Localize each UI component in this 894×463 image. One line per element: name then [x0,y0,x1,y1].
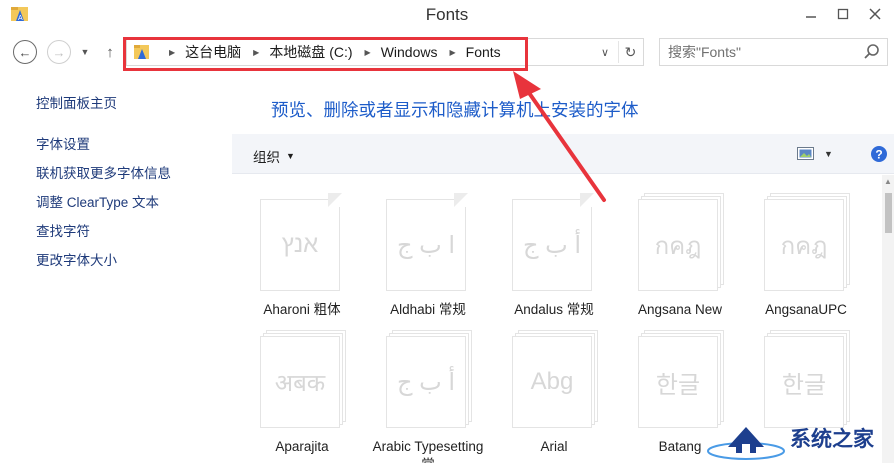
font-name: Arial [540,439,568,454]
font-sample: Abg [530,368,574,395]
find-character-link[interactable]: 查找字符 [36,220,90,240]
font-family-icon: กคฎ [764,193,852,291]
breadcrumb-local-disk[interactable]: 本地磁盘 (C:) [269,42,352,62]
search-box[interactable] [659,38,888,66]
forward-arrow-icon: → [52,44,66,60]
change-font-size-link[interactable]: 更改字体大小 [36,249,117,269]
address-dropdown-button[interactable]: ∨ [597,43,613,61]
back-arrow-icon: ← [18,44,32,60]
chevron-down-icon: ▼ [80,47,90,57]
maximize-button[interactable] [828,2,858,26]
view-icon [797,147,814,160]
watermark-logo: 系统之家 [706,411,894,463]
font-name: Andalus 常规 [514,302,594,317]
font-settings-link[interactable]: 字体设置 [36,133,90,153]
fonts-folder-icon [134,45,149,59]
font-item[interactable]: ا ب ج Aldhabi 常规 [366,181,490,321]
font-sample: أ ب ج [522,231,582,259]
house-logo-icon [707,427,785,460]
font-family-icon: กคฎ [638,193,726,291]
font-name: Angsana New [637,302,723,317]
breadcrumb-separator-icon[interactable]: ▶ [365,48,371,57]
font-sample: กคฎ [654,232,702,260]
navigation-bar: ← → ▼ ↑ ▶ 这台电脑 ▶ 本地磁盘 (C:) ▶ Windows ▶ F… [0,32,894,72]
font-item[interactable]: أ ب ج Arabic Typesetting 常 [366,318,490,463]
font-item[interactable]: أ ب ج Andalus 常规 [492,181,616,321]
font-sample: กคฎ [780,232,828,260]
watermark-text: 系统之家 [790,428,874,451]
scroll-thumb[interactable] [885,193,892,233]
breadcrumb-fonts[interactable]: Fonts [466,44,501,60]
chevron-down-icon: ∨ [600,46,610,59]
help-icon[interactable]: ? [870,145,888,163]
refresh-button[interactable]: ↻ [618,41,642,63]
change-view-button[interactable]: ▼ [797,146,835,162]
forward-button[interactable]: → [47,40,71,64]
font-name: Aharoni 粗体 [263,302,341,317]
font-item[interactable]: अबक Aparajita [240,318,364,458]
close-icon [869,8,881,20]
up-arrow-icon: ↑ [106,43,114,61]
command-bar: 组织 ▼ ▼ ? [232,134,894,174]
font-name: Aldhabi 常规 [390,302,466,317]
breadcrumb-separator-icon: ▶ [169,47,176,57]
breadcrumb: ▶ 这台电脑 ▶ 本地磁盘 (C:) ▶ Windows ▶ Fonts [157,39,501,65]
page-title: 预览、删除或者显示和隐藏计算机上安装的字体 [271,100,639,120]
adjust-cleartype-link[interactable]: 调整 ClearType 文本 [36,191,159,211]
font-sample: أ ب ج [396,368,456,396]
back-button[interactable]: ← [13,40,37,64]
font-file-icon: ا ب ج [386,193,474,291]
get-font-info-online-link[interactable]: 联机获取更多字体信息 [36,162,171,182]
close-button[interactable] [860,2,890,26]
font-name: Aparajita [275,439,329,454]
window-title: Fonts [425,5,469,24]
svg-text:?: ? [875,148,882,162]
font-item[interactable]: אנץ Aharoni 粗体 [240,181,364,321]
title-bar: A Fonts [0,0,894,30]
breadcrumb-this-pc[interactable]: 这台电脑 [185,42,241,62]
font-name: AngsanaUPC [765,302,847,317]
breadcrumb-separator-icon[interactable]: ▶ [449,48,455,57]
search-input[interactable] [668,43,858,61]
address-bar[interactable]: ▶ 这台电脑 ▶ 本地磁盘 (C:) ▶ Windows ▶ Fonts ∨ ↻ [126,38,644,66]
font-sample: אנץ [281,231,319,258]
font-item[interactable]: กคฎ AngsanaUPC [744,181,868,321]
font-file-icon: אנץ [260,193,348,291]
breadcrumb-separator-icon[interactable]: ▶ [253,48,259,57]
font-item[interactable]: กคฎ Angsana New [618,181,742,321]
font-item[interactable]: Abg Arial [492,318,616,458]
font-sample: ا ب ج [396,231,456,259]
minimize-icon [806,16,816,18]
control-panel-home-link[interactable]: 控制面板主页 [36,92,117,112]
font-family-icon: अबक [260,330,348,428]
organize-button[interactable]: 组织 ▼ [253,146,295,166]
up-button[interactable]: ↑ [100,40,120,64]
refresh-icon: ↻ [624,43,637,60]
recent-locations-button[interactable]: ▼ [78,40,92,64]
search-icon[interactable] [863,43,881,61]
font-sample: अबक [274,369,326,397]
chevron-down-icon: ▼ [286,151,295,161]
minimize-button[interactable] [796,2,826,26]
maximize-icon [837,8,849,20]
font-family-icon: أ ب ج [386,330,474,428]
left-task-pane: 控制面板主页 字体设置 联机获取更多字体信息 调整 ClearType 文本 查… [0,72,232,463]
breadcrumb-windows[interactable]: Windows [381,44,438,60]
scroll-up-icon[interactable]: ▲ [883,177,893,187]
chevron-down-icon: ▼ [824,149,833,159]
organize-label: 组织 [253,150,280,165]
font-file-icon: أ ب ج [512,193,600,291]
font-family-icon: Abg [512,330,600,428]
font-name: Arabic Typesetting 常 [372,439,484,463]
